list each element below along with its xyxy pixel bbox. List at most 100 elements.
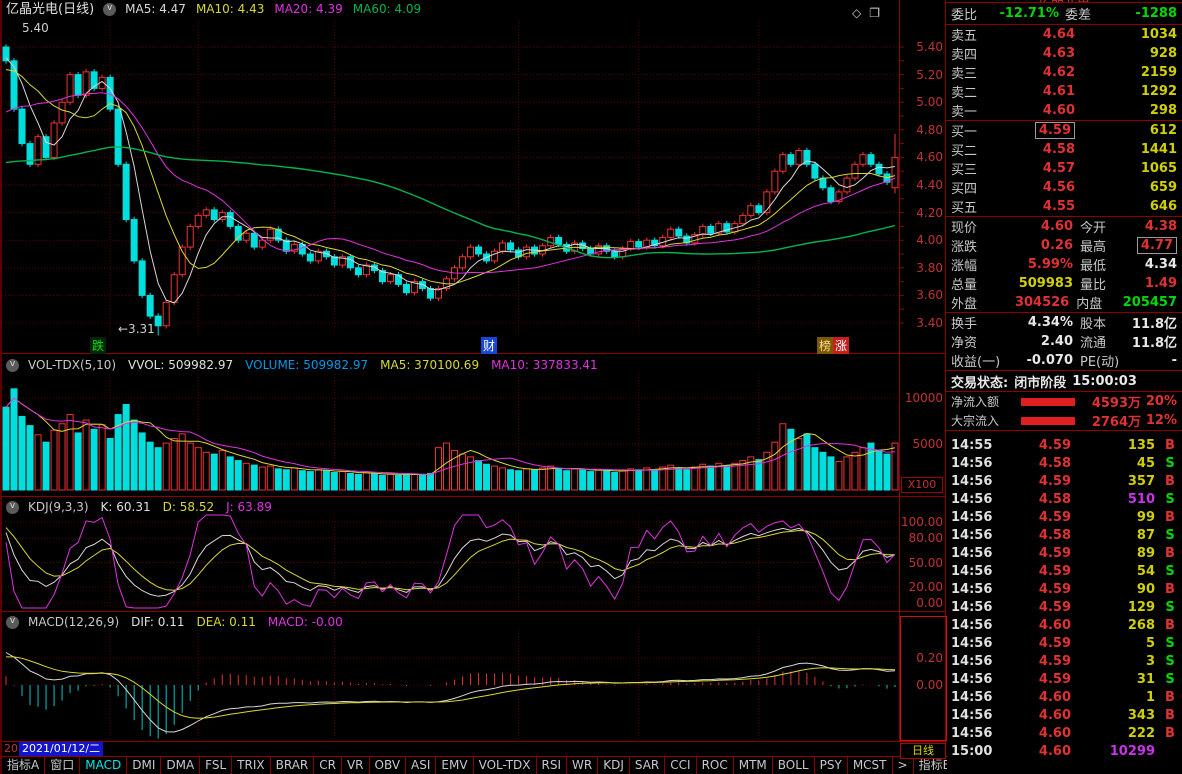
- bid-price-value: 4.59: [1035, 122, 1075, 139]
- tick-row[interactable]: 14:564.5989B: [946, 544, 1182, 562]
- tab-SAR[interactable]: SAR: [630, 757, 665, 774]
- bid-row-买一[interactable]: 买一4.59612: [946, 121, 1182, 140]
- bid-row-买四[interactable]: 买四4.56659: [946, 178, 1182, 197]
- bid-price: 4.55: [997, 199, 1075, 214]
- bid-row-买二[interactable]: 买二4.581441: [946, 140, 1182, 159]
- tab-TRIX[interactable]: TRIX: [232, 757, 270, 774]
- tab-BOLL[interactable]: BOLL: [773, 757, 815, 774]
- indicator-tab-bar: 指标A窗口MACDDMIDMAFSLTRIXBRARCRVROBVASIEMVV…: [2, 756, 947, 774]
- tab-DMI[interactable]: DMI: [127, 757, 161, 774]
- tab-KDJ[interactable]: KDJ: [598, 757, 630, 774]
- tick-row[interactable]: 14:564.5999B: [946, 508, 1182, 526]
- stat-row-总量: 总量509983量比1.49: [946, 274, 1182, 293]
- tick-volume: 90: [1071, 582, 1155, 597]
- tab-BRAR[interactable]: BRAR: [271, 757, 315, 774]
- bid-label: 买三: [951, 159, 997, 178]
- tick-row[interactable]: 14:554.59135B: [946, 436, 1182, 454]
- tick-row[interactable]: 14:564.60268B: [946, 616, 1182, 634]
- tick-price: 4.60: [995, 708, 1071, 723]
- tab-MACD[interactable]: MACD: [80, 757, 127, 774]
- tick-row[interactable]: 14:564.5954S: [946, 562, 1182, 580]
- overlay-tag-跌[interactable]: 跌: [90, 337, 106, 354]
- diamond-icon[interactable]: ◇: [852, 6, 869, 20]
- tick-row[interactable]: 14:564.60343B: [946, 706, 1182, 724]
- collapse-chevron-icon[interactable]: v: [6, 501, 19, 514]
- kdj-tick-0.00: 0.00: [899, 596, 943, 610]
- overlay-tag-榜[interactable]: 榜: [817, 337, 833, 354]
- tab-DMA[interactable]: DMA: [161, 757, 200, 774]
- tab-窗口[interactable]: 窗口: [45, 757, 80, 774]
- bid-price-value: 4.56: [1043, 180, 1075, 195]
- tab-PSY[interactable]: PSY: [815, 757, 848, 774]
- tick-price: 4.58: [995, 456, 1071, 471]
- stat-label: 内盘: [1076, 293, 1123, 312]
- stat-value: -0.070: [1011, 353, 1073, 368]
- bid-label: 买二: [951, 140, 997, 159]
- tick-side: S: [1163, 528, 1177, 543]
- overlay-tag-涨[interactable]: 涨: [833, 337, 849, 354]
- tab-ROC[interactable]: ROC: [697, 757, 734, 774]
- tick-row[interactable]: 14:564.59357B: [946, 472, 1182, 490]
- tab-MCST[interactable]: MCST: [848, 757, 893, 774]
- stock-terminal: 亿晶光电(日线) v MA5: 4.47MA10: 4.43MA20: 4.39…: [0, 0, 1182, 774]
- ask-row-卖三[interactable]: 卖三4.622159: [946, 63, 1182, 82]
- selected-date[interactable]: 2021/01/12/二: [19, 742, 103, 756]
- bid-row-买五[interactable]: 买五4.55646: [946, 197, 1182, 216]
- ask-row-卖四[interactable]: 卖四4.63928: [946, 44, 1182, 63]
- collapse-chevron-icon[interactable]: v: [6, 616, 19, 629]
- flow-bar: [1021, 417, 1075, 425]
- ask-row-卖五[interactable]: 卖五4.641034: [946, 25, 1182, 44]
- tick-price: 4.60: [995, 744, 1071, 759]
- ask-row-卖一[interactable]: 卖一4.60298: [946, 101, 1182, 120]
- tick-row[interactable]: 14:564.595S: [946, 634, 1182, 652]
- tab-指标B[interactable]: 指标B: [914, 757, 947, 774]
- overlay-tag-财[interactable]: 财: [481, 337, 497, 354]
- collapse-chevron-icon[interactable]: v: [103, 3, 116, 16]
- ask-row-卖二[interactable]: 卖二4.611292: [946, 82, 1182, 101]
- tab-VR[interactable]: VR: [342, 757, 370, 774]
- tick-row[interactable]: 14:564.601B: [946, 688, 1182, 706]
- tick-row[interactable]: 14:564.58510S: [946, 490, 1182, 508]
- tab-CR[interactable]: CR: [314, 757, 342, 774]
- tab-MTM[interactable]: MTM: [734, 757, 773, 774]
- tab-WR[interactable]: WR: [567, 757, 598, 774]
- tab-VOL-TDX[interactable]: VOL-TDX: [474, 757, 537, 774]
- tab-EMV[interactable]: EMV: [436, 757, 473, 774]
- tick-row[interactable]: 14:564.5887S: [946, 526, 1182, 544]
- period-selector[interactable]: 日线: [900, 743, 946, 759]
- stat-label: 涨跌: [951, 236, 1011, 255]
- price-tick-3.60: 3.60: [899, 288, 943, 302]
- price-tick-4.40: 4.40: [899, 178, 943, 192]
- trade-status-row: 交易状态: 闭市阶段 15:00:03: [946, 371, 1182, 392]
- tick-price: 4.59: [995, 438, 1071, 453]
- tab->[interactable]: >: [893, 757, 914, 774]
- tick-volume: 54: [1071, 564, 1155, 579]
- ask-price: 4.61: [997, 84, 1075, 99]
- tick-row[interactable]: 14:564.5931S: [946, 670, 1182, 688]
- collapse-chevron-icon[interactable]: v: [6, 359, 19, 372]
- tick-price: 4.58: [995, 528, 1071, 543]
- tab-ASI[interactable]: ASI: [406, 757, 436, 774]
- tab-FSL[interactable]: FSL: [200, 757, 232, 774]
- tick-price: 4.59: [995, 654, 1071, 669]
- tab-OBV[interactable]: OBV: [370, 757, 407, 774]
- date-axis: 20 2021/01/12/二 234567: [2, 742, 947, 756]
- tick-row[interactable]: 14:564.593S: [946, 652, 1182, 670]
- tick-row[interactable]: 14:564.60222B: [946, 724, 1182, 742]
- stat-label: 换手: [951, 313, 1011, 332]
- tick-row[interactable]: 14:564.59129S: [946, 598, 1182, 616]
- tick-row[interactable]: 14:564.5845S: [946, 454, 1182, 472]
- tick-side: B: [1163, 546, 1177, 561]
- tab-CCI[interactable]: CCI: [665, 757, 696, 774]
- bid-row-买三[interactable]: 买三4.571065: [946, 159, 1182, 178]
- tick-price: 4.59: [995, 564, 1071, 579]
- macd-axis-highlight: [900, 616, 947, 741]
- tick-row[interactable]: 15:004.6010299: [946, 742, 1182, 760]
- tab-RSI[interactable]: RSI: [537, 757, 568, 774]
- window-icon[interactable]: ❐: [869, 6, 888, 20]
- tick-row[interactable]: 14:564.5990B: [946, 580, 1182, 598]
- bid-volume: 612: [1075, 123, 1177, 138]
- tab-指标A[interactable]: 指标A: [2, 757, 45, 774]
- stat-value: 0.26: [1011, 238, 1073, 253]
- ask-label: 卖二: [951, 82, 997, 101]
